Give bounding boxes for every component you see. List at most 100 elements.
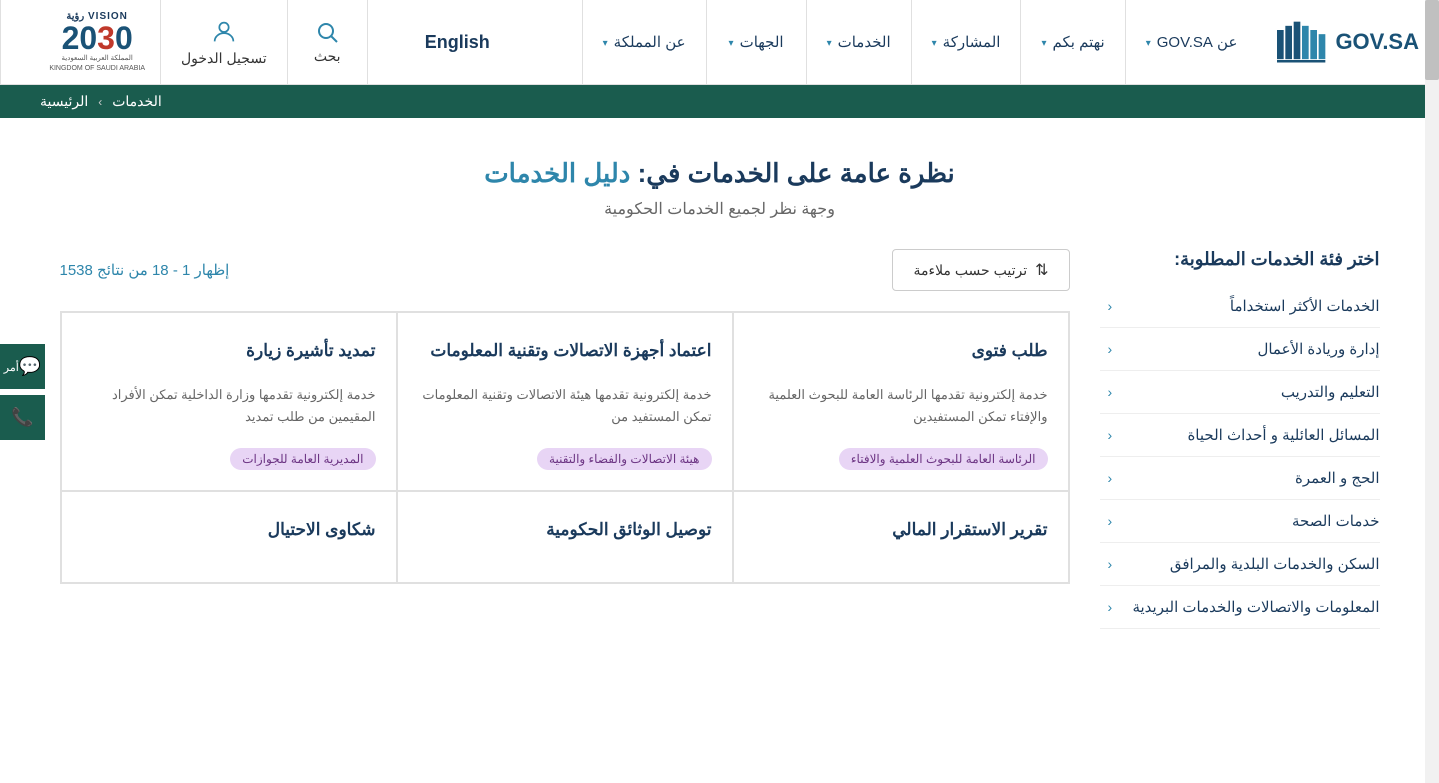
service-tag-2: المديرية العامة للجوازات (230, 448, 375, 470)
service-tag-1: هيئة الاتصالات والفضاء والتقنية (537, 448, 711, 470)
main-nav: عن GOV.SA ▾ نهتم بكم ▾ المشاركة ▾ الخدما… (547, 0, 1258, 84)
language-toggle[interactable]: English (367, 0, 547, 84)
login-button[interactable]: تسجيل الدخول (160, 0, 287, 84)
sidebar-item-label-3: المسائل العائلية و أحداث الحياة (1112, 426, 1379, 444)
page-title-prefix: نظرة عامة على الخدمات في: (638, 158, 955, 188)
service-desc-0: خدمة إلكترونية تقدمها الرئاسة العامة للب… (754, 384, 1048, 428)
service-card-0[interactable]: طلب فتوى خدمة إلكترونية تقدمها الرئاسة ا… (733, 312, 1069, 491)
sidebar-item-1[interactable]: إدارة وريادة الأعمال ‹ (1100, 328, 1380, 371)
sidebar-item-label-1: إدارة وريادة الأعمال (1112, 340, 1379, 358)
nav-about-gov[interactable]: عن GOV.SA ▾ (1125, 0, 1258, 84)
chevron-icon-1: ‹ (1108, 341, 1113, 357)
nav-care[interactable]: نهتم بكم ▾ (1020, 0, 1124, 84)
service-desc-2: خدمة إلكترونية تقدمها وزارة الداخلية تمك… (82, 384, 376, 428)
service-card-4[interactable]: توصيل الوثائق الحكومية (397, 491, 733, 584)
service-desc-1: خدمة إلكترونية تقدمها هيئة الاتصالات وتق… (418, 384, 712, 428)
phone-icon: 📞 (11, 407, 33, 428)
nav-participation-chevron: ▾ (932, 38, 937, 49)
chat-widget: 💬 أمر 📞 (0, 344, 45, 440)
chevron-icon-6: ‹ (1108, 556, 1113, 572)
results-count: إظهار 1 - 18 من نتائج 1538 (60, 261, 230, 279)
sidebar-item-label-7: المعلومات والاتصالات والخدمات البريدية (1112, 598, 1379, 616)
service-title-3: تقرير الاستقرار المالي (754, 517, 1048, 543)
nav-about-kingdom-chevron: ▾ (603, 38, 608, 49)
search-button[interactable]: بحث (287, 0, 367, 84)
nav-about-gov-chevron: ▾ (1146, 38, 1151, 49)
chevron-icon-7: ‹ (1108, 599, 1113, 615)
header: GOV.SA عن GOV.SA ▾ نهتم بكم ▾ المشاركة ▾ (0, 0, 1439, 85)
sidebar-item-0[interactable]: الخدمات الأكثر استخداماً ‹ (1100, 285, 1380, 328)
chevron-icon-5: ‹ (1108, 513, 1113, 529)
sidebar-item-6[interactable]: السكن والخدمات البلدية والمرافق ‹ (1100, 543, 1380, 586)
sidebar: اختر فئة الخدمات المطلوبة: الخدمات الأكث… (1100, 249, 1380, 629)
chat-label: أمر (4, 361, 19, 374)
service-card-1[interactable]: اعتماد أجهزة الاتصالات وتقنية المعلومات … (397, 312, 733, 491)
nav-care-chevron: ▾ (1041, 38, 1046, 49)
nav-services-label: الخدمات (838, 33, 891, 51)
breadcrumb-home[interactable]: الرئيسية (40, 93, 88, 110)
sidebar-item-label-0: الخدمات الأكثر استخداماً (1112, 297, 1379, 315)
service-title-5: شكاوى الاحتيال (82, 517, 376, 543)
service-tag-0: الرئاسة العامة للبحوث العلمية والافتاء (839, 448, 1048, 470)
controls-row: ⇅ ترتيب حسب ملاءمة إظهار 1 - 18 من نتائج… (60, 249, 1070, 291)
nav-participation[interactable]: المشاركة ▾ (911, 0, 1021, 84)
sidebar-item-label-5: خدمات الصحة (1112, 512, 1379, 530)
sidebar-item-5[interactable]: خدمات الصحة ‹ (1100, 500, 1380, 543)
nav-participation-label: المشاركة (943, 33, 1001, 51)
nav-about-kingdom[interactable]: عن المملكة ▾ (582, 0, 706, 84)
nav-services-chevron: ▾ (827, 38, 832, 49)
chevron-icon-3: ‹ (1108, 427, 1113, 443)
nav-entities-label: الجهات (740, 33, 784, 51)
scrollbar[interactable] (1425, 0, 1439, 783)
gov-logo: GOV.SA (1257, 0, 1439, 84)
service-title-0: طلب فتوى (754, 338, 1048, 364)
chat-icon: 💬 (19, 356, 41, 377)
breadcrumb: الخدمات › الرئيسية (0, 85, 1439, 118)
sidebar-item-2[interactable]: التعليم والتدريب ‹ (1100, 371, 1380, 414)
chevron-icon-2: ‹ (1108, 384, 1113, 400)
service-title-4: توصيل الوثائق الحكومية (418, 517, 712, 543)
sort-control[interactable]: ⇅ ترتيب حسب ملاءمة (892, 249, 1069, 291)
services-main: ⇅ ترتيب حسب ملاءمة إظهار 1 - 18 من نتائج… (60, 249, 1070, 629)
page-title: نظرة عامة على الخدمات في: دليل الخدمات (60, 158, 1380, 189)
chat-message-button[interactable]: 💬 أمر (0, 344, 45, 389)
search-icon (315, 20, 339, 44)
sidebar-item-label-4: الحج و العمرة (1112, 469, 1379, 487)
sidebar-title: اختر فئة الخدمات المطلوبة: (1100, 249, 1380, 270)
sidebar-item-7[interactable]: المعلومات والاتصالات والخدمات البريدية ‹ (1100, 586, 1380, 629)
nav-about-kingdom-label: عن المملكة (614, 33, 686, 51)
breadcrumb-current: الخدمات (112, 93, 162, 110)
service-card-5[interactable]: شكاوى الاحتيال (61, 491, 397, 584)
sort-label: ترتيب حسب ملاءمة (913, 262, 1027, 279)
nav-services[interactable]: الخدمات ▾ (806, 0, 911, 84)
gov-logo-text: GOV.SA (1335, 29, 1419, 55)
sidebar-item-3[interactable]: المسائل العائلية و أحداث الحياة ‹ (1100, 414, 1380, 457)
logo-subtitle: المملكة العربية السعوديةKINGDOM OF SAUDI… (49, 54, 145, 72)
chevron-icon-0: ‹ (1108, 298, 1113, 314)
page-subtitle: وجهة نظر لجميع الخدمات الحكومية (60, 199, 1380, 219)
nav-about-gov-label: عن GOV.SA (1157, 33, 1238, 51)
page-title-section: نظرة عامة على الخدمات في: دليل الخدمات و… (60, 118, 1380, 249)
nav-care-label: نهتم بكم (1053, 33, 1105, 51)
page-title-highlight: دليل الخدمات (484, 158, 630, 188)
logo-2030: 2030 (62, 22, 133, 54)
chevron-icon-4: ‹ (1108, 470, 1113, 486)
nav-entities[interactable]: الجهات ▾ (706, 0, 806, 84)
search-label: بحث (314, 48, 341, 65)
content-area: اختر فئة الخدمات المطلوبة: الخدمات الأكث… (60, 249, 1380, 669)
sidebar-item-label-2: التعليم والتدريب (1112, 383, 1379, 401)
services-grid: طلب فتوى خدمة إلكترونية تقدمها الرئاسة ا… (60, 311, 1070, 584)
service-title-2: تمديد تأشيرة زيارة (82, 338, 376, 364)
chat-phone-button[interactable]: 📞 (0, 395, 45, 440)
service-card-3[interactable]: تقرير الاستقرار المالي (733, 491, 1069, 584)
vision-logo: VISION رؤية 2030 المملكة العربية السعودي… (0, 0, 160, 84)
sidebar-item-4[interactable]: الحج و العمرة ‹ (1100, 457, 1380, 500)
scrollbar-thumb[interactable] (1425, 0, 1439, 80)
breadcrumb-separator: › (98, 95, 102, 109)
nav-entities-chevron: ▾ (729, 38, 734, 49)
user-icon (210, 18, 238, 46)
service-title-1: اعتماد أجهزة الاتصالات وتقنية المعلومات (418, 338, 712, 364)
language-label: English (425, 32, 490, 53)
gov-logo-icon (1277, 20, 1327, 65)
service-card-2[interactable]: تمديد تأشيرة زيارة خدمة إلكترونية تقدمها… (61, 312, 397, 491)
